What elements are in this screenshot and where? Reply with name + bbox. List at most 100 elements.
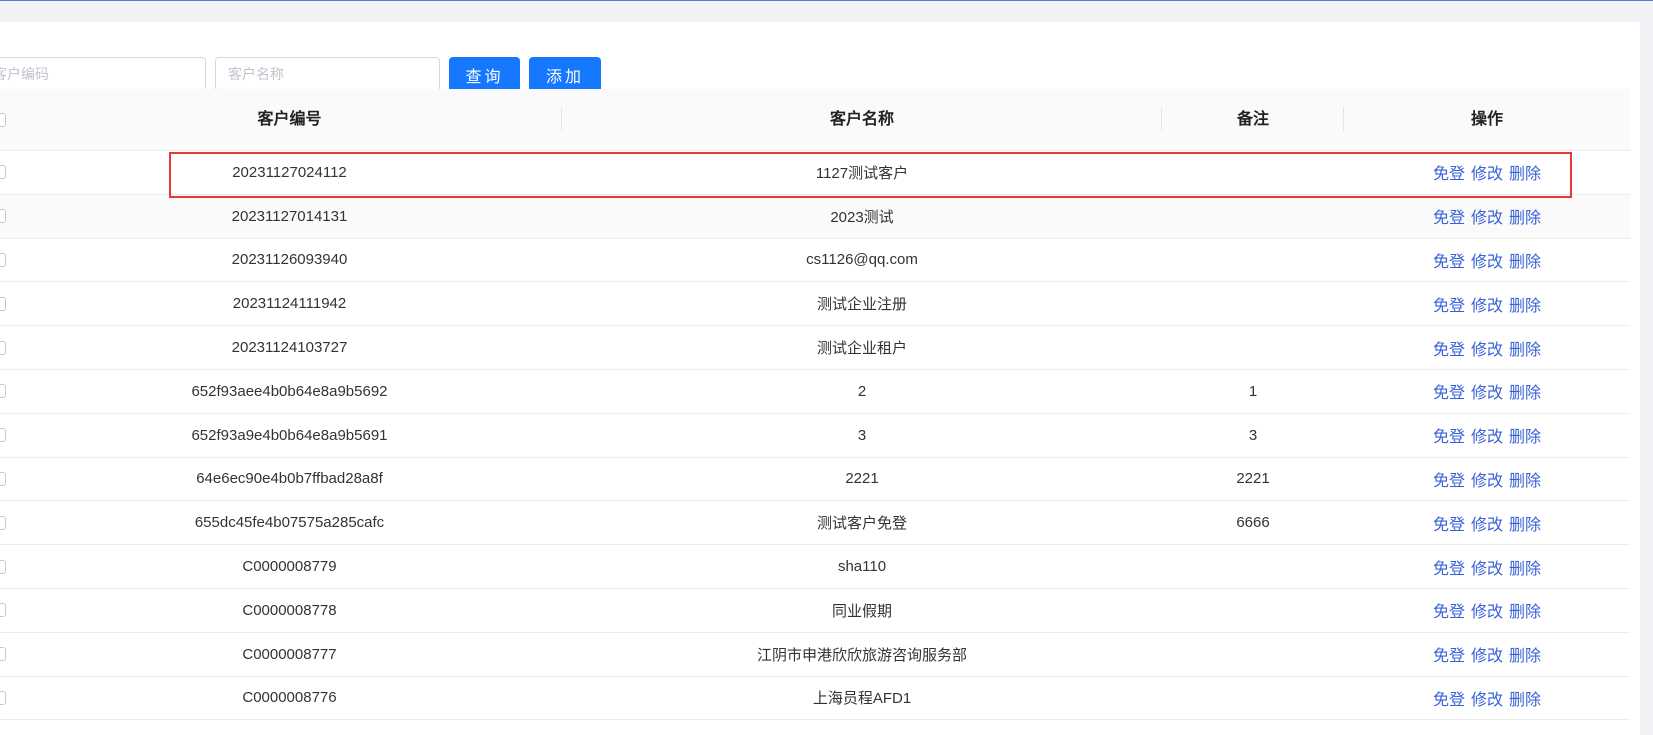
- edit-link[interactable]: 修改: [1471, 248, 1503, 272]
- row-actions: 免登 修改 删除: [1344, 511, 1630, 535]
- edit-link[interactable]: 修改: [1471, 292, 1503, 316]
- login-link[interactable]: 免登: [1433, 642, 1465, 666]
- query-button[interactable]: 查询: [449, 57, 520, 93]
- login-link[interactable]: 免登: [1433, 336, 1465, 360]
- row-checkbox[interactable]: [0, 603, 6, 618]
- delete-link[interactable]: 删除: [1509, 467, 1541, 491]
- login-link[interactable]: 免登: [1433, 204, 1465, 228]
- edit-link[interactable]: 修改: [1471, 336, 1503, 360]
- row-select-cell: [0, 589, 17, 632]
- cell-name: 1127测试客户: [815, 164, 909, 182]
- login-link[interactable]: 免登: [1433, 511, 1465, 535]
- cell-code: C0000008777: [242, 645, 337, 663]
- header-name: 客户名称: [562, 89, 1162, 150]
- edit-link[interactable]: 修改: [1471, 160, 1503, 184]
- row-checkbox[interactable]: [0, 471, 6, 486]
- row-select-cell: [0, 414, 17, 457]
- row-checkbox[interactable]: [0, 209, 6, 224]
- cell-name: 江阴市申港欣欣旅游咨询服务部: [756, 646, 967, 664]
- scrollbar-track[interactable]: [1640, 22, 1653, 735]
- row-checkbox[interactable]: [0, 340, 6, 355]
- cell-ops: 免登 修改 删除: [1344, 160, 1630, 184]
- edit-link[interactable]: 修改: [1471, 204, 1503, 228]
- cell-name: 2221: [845, 470, 879, 488]
- header-remark: 备注: [1162, 89, 1344, 150]
- login-link[interactable]: 免登: [1433, 248, 1465, 272]
- login-link[interactable]: 免登: [1433, 686, 1465, 710]
- delete-link[interactable]: 删除: [1509, 336, 1541, 360]
- row-checkbox[interactable]: [0, 559, 6, 574]
- row-checkbox[interactable]: [0, 428, 6, 443]
- row-checkbox[interactable]: [0, 165, 6, 180]
- delete-link[interactable]: 删除: [1509, 686, 1541, 710]
- row-actions: 免登 修改 删除: [1344, 292, 1630, 316]
- row-select-cell: [0, 195, 17, 238]
- cell-name: 测试客户免登: [816, 515, 907, 533]
- cell-code: 655dc45fe4b07575a285cafc: [194, 514, 385, 532]
- table-row: C0000008777 江阴市申港欣欣旅游咨询服务部 免登 修改 删除: [0, 633, 1630, 677]
- cell-ops: 免登 修改 删除: [1344, 511, 1630, 535]
- top-accent-line: [0, 0, 1653, 1]
- cell-code: 20231124103727: [231, 339, 348, 357]
- row-checkbox[interactable]: [0, 647, 6, 662]
- edit-link[interactable]: 修改: [1471, 686, 1503, 710]
- customer-name-input[interactable]: [215, 57, 440, 91]
- table-row: 20231124111942 测试企业注册 免登 修改 删除: [0, 282, 1630, 327]
- row-checkbox[interactable]: [0, 690, 6, 705]
- delete-link[interactable]: 删除: [1509, 292, 1541, 316]
- row-checkbox[interactable]: [0, 296, 6, 311]
- row-select-cell: [0, 282, 17, 325]
- row-actions: 免登 修改 删除: [1344, 555, 1630, 579]
- edit-link[interactable]: 修改: [1471, 467, 1503, 491]
- row-actions: 免登 修改 删除: [1344, 686, 1630, 710]
- cell-name: cs1126@qq.com: [806, 251, 918, 269]
- delete-link[interactable]: 删除: [1509, 511, 1541, 535]
- row-actions: 免登 修改 删除: [1344, 598, 1630, 622]
- cell-name: sha110: [837, 558, 887, 576]
- cell-ops: 免登 修改 删除: [1344, 555, 1630, 579]
- cell-ops: 免登 修改 删除: [1344, 423, 1630, 447]
- edit-link[interactable]: 修改: [1471, 511, 1503, 535]
- login-link[interactable]: 免登: [1433, 379, 1465, 403]
- login-link[interactable]: 免登: [1433, 598, 1465, 622]
- edit-link[interactable]: 修改: [1471, 598, 1503, 622]
- row-select-cell: [0, 151, 17, 194]
- table-body: 20231127024112 1127测试客户 免登 修改 删除 202311270141…: [0, 151, 1630, 721]
- cell-remark: 1: [1248, 382, 1258, 400]
- cell-ops: 免登 修改 删除: [1344, 686, 1630, 710]
- login-link[interactable]: 免登: [1433, 555, 1465, 579]
- login-link[interactable]: 免登: [1433, 160, 1465, 184]
- cell-ops: 免登 修改 删除: [1344, 379, 1630, 403]
- customer-code-input[interactable]: [0, 57, 206, 91]
- delete-link[interactable]: 删除: [1509, 248, 1541, 272]
- delete-link[interactable]: 删除: [1509, 204, 1541, 228]
- row-select-cell: [0, 633, 17, 676]
- row-checkbox[interactable]: [0, 515, 6, 530]
- row-actions: 免登 修改 删除: [1344, 248, 1630, 272]
- row-checkbox[interactable]: [0, 384, 6, 399]
- cell-code: 20231126093940: [231, 251, 348, 269]
- row-actions: 免登 修改 删除: [1344, 379, 1630, 403]
- delete-link[interactable]: 删除: [1509, 555, 1541, 579]
- cell-code: 652f93a9e4b0b64e8a9b5691: [191, 426, 388, 444]
- table-row: C0000008776 上海员程AFD1 免登 修改 删除: [0, 677, 1630, 721]
- edit-link[interactable]: 修改: [1471, 423, 1503, 447]
- delete-link[interactable]: 删除: [1509, 379, 1541, 403]
- login-link[interactable]: 免登: [1433, 467, 1465, 491]
- login-link[interactable]: 免登: [1433, 423, 1465, 447]
- delete-link[interactable]: 删除: [1509, 160, 1541, 184]
- delete-link[interactable]: 删除: [1509, 642, 1541, 666]
- table-row: 652f93a9e4b0b64e8a9b5691 3 3 免登 修改 删除: [0, 414, 1630, 458]
- delete-link[interactable]: 删除: [1509, 598, 1541, 622]
- delete-link[interactable]: 删除: [1509, 423, 1541, 447]
- edit-link[interactable]: 修改: [1471, 555, 1503, 579]
- edit-link[interactable]: 修改: [1471, 379, 1503, 403]
- cell-ops: 免登 修改 删除: [1344, 336, 1630, 360]
- row-checkbox[interactable]: [0, 252, 6, 267]
- edit-link[interactable]: 修改: [1471, 642, 1503, 666]
- cell-code: 64e6ec90e4b0b7ffbad28a8f: [196, 470, 383, 488]
- select-all-checkbox[interactable]: [0, 112, 6, 127]
- login-link[interactable]: 免登: [1433, 292, 1465, 316]
- add-button[interactable]: 添加: [529, 57, 601, 93]
- row-select-cell: [0, 239, 17, 282]
